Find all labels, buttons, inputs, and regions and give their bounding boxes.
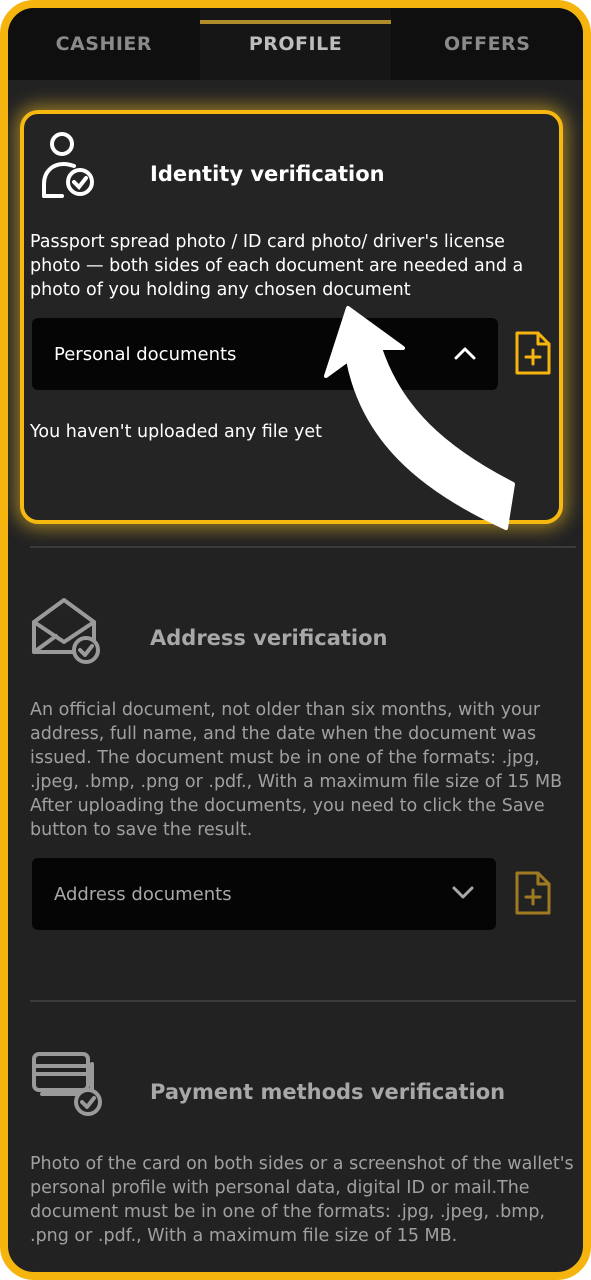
tab-profile[interactable]: PROFILE (199, 8, 392, 80)
address-documents-dropdown[interactable]: Address documents (32, 858, 496, 930)
dropdown-label: Address documents (54, 883, 232, 905)
envelope-check-icon (30, 594, 106, 671)
section-divider (30, 546, 576, 548)
address-title: Address verification (150, 626, 388, 650)
identity-title: Identity verification (150, 162, 385, 186)
identity-verification-card: Identity verification Passport spread ph… (20, 110, 563, 524)
identity-description: Passport spread photo / ID card photo/ d… (30, 232, 524, 300)
phone-frame: CASHIER PROFILE OFFERS Identity verifica… (0, 0, 591, 1280)
cards-check-icon (30, 1050, 110, 1123)
file-plus-icon[interactable] (514, 870, 552, 921)
payment-description: Photo of the card on both sides or a scr… (30, 1154, 574, 1246)
dropdown-label: Personal documents (54, 343, 237, 365)
tab-cashier[interactable]: CASHIER (8, 8, 200, 80)
address-description: An official document, not older than six… (30, 700, 563, 840)
user-check-icon (38, 128, 102, 205)
empty-upload-message: You haven't uploaded any file yet (30, 422, 322, 442)
tab-offers[interactable]: OFFERS (391, 8, 583, 80)
chevron-down-icon (452, 884, 474, 905)
personal-documents-dropdown[interactable]: Personal documents (32, 318, 498, 390)
tab-bar: CASHIER PROFILE OFFERS (8, 8, 583, 80)
section-divider (30, 1000, 576, 1002)
chevron-up-icon (454, 344, 476, 365)
file-plus-icon[interactable] (514, 330, 552, 381)
payment-title: Payment methods verification (150, 1080, 506, 1104)
